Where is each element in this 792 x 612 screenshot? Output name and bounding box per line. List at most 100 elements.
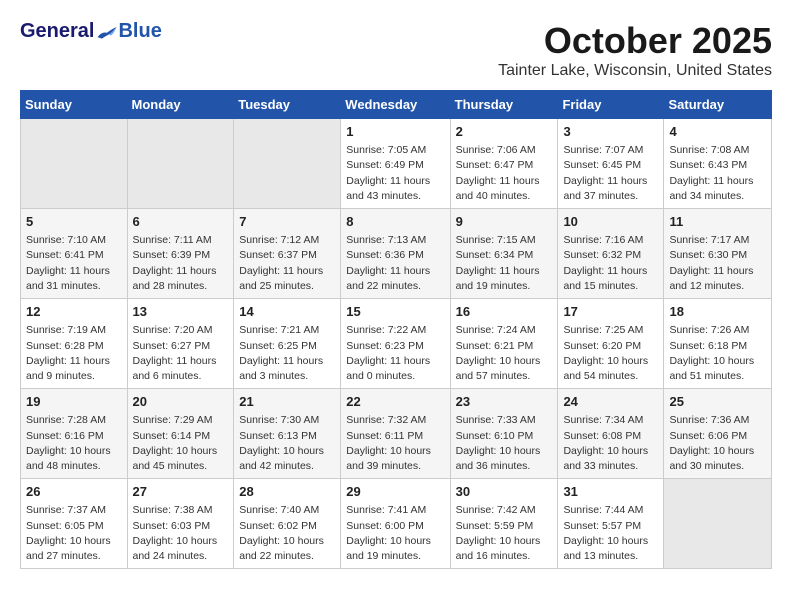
week-row-2: 5 Sunrise: 7:10 AM Sunset: 6:41 PM Daylig… (21, 209, 772, 299)
calendar-table: SundayMondayTuesdayWednesdayThursdayFrid… (20, 90, 772, 569)
day-cell: 5 Sunrise: 7:10 AM Sunset: 6:41 PM Daylig… (21, 209, 128, 299)
day-cell: 30Sunrise: 7:42 AM Sunset: 5:59 PM Dayli… (450, 479, 558, 569)
day-info: Sunrise: 7:07 AM Sunset: 6:45 PM Dayligh… (563, 143, 658, 204)
day-cell: 17 Sunrise: 7:25 AM Sunset: 6:20 PM Dayli… (558, 299, 664, 389)
day-number: 9 (456, 213, 553, 231)
day-cell: 8Sunrise: 7:13 AM Sunset: 6:36 PM Daylig… (341, 209, 450, 299)
week-row-3: 12Sunrise: 7:19 AM Sunset: 6:28 PM Dayli… (21, 299, 772, 389)
day-info: Sunrise: 7:32 AM Sunset: 6:11 PM Dayligh… (346, 413, 444, 474)
day-info: Sunrise: 7:40 AM Sunset: 6:02 PM Dayligh… (239, 503, 335, 564)
day-cell: 23 Sunrise: 7:33 AM Sunset: 6:10 PM Dayli… (450, 389, 558, 479)
day-number: 2 (456, 123, 553, 141)
day-number: 5 (26, 213, 122, 231)
day-number: 1 (346, 123, 444, 141)
day-number: 19 (26, 393, 122, 411)
day-cell: 25 Sunrise: 7:36 AM Sunset: 6:06 PM Dayli… (664, 389, 772, 479)
day-info: Sunrise: 7:37 AM Sunset: 6:05 PM Dayligh… (26, 503, 122, 564)
day-cell: 12Sunrise: 7:19 AM Sunset: 6:28 PM Dayli… (21, 299, 128, 389)
day-number: 10 (563, 213, 658, 231)
col-header-wednesday: Wednesday (341, 91, 450, 119)
day-info: Sunrise: 7:33 AM Sunset: 6:10 PM Dayligh… (456, 413, 553, 474)
day-number: 4 (669, 123, 766, 141)
col-header-thursday: Thursday (450, 91, 558, 119)
day-number: 6 (133, 213, 229, 231)
day-info: Sunrise: 7:20 AM Sunset: 6:27 PM Dayligh… (133, 323, 229, 384)
day-number: 27 (133, 483, 229, 501)
day-number: 16 (456, 303, 553, 321)
day-info: Sunrise: 7:13 AM Sunset: 6:36 PM Dayligh… (346, 233, 444, 294)
day-cell: 3 Sunrise: 7:07 AM Sunset: 6:45 PM Daylig… (558, 119, 664, 209)
day-cell (664, 479, 772, 569)
day-cell: 29 Sunrise: 7:41 AM Sunset: 6:00 PM Dayli… (341, 479, 450, 569)
day-cell: 10 Sunrise: 7:16 AM Sunset: 6:32 PM Dayli… (558, 209, 664, 299)
day-cell: 24 Sunrise: 7:34 AM Sunset: 6:08 PM Dayli… (558, 389, 664, 479)
day-number: 15 (346, 303, 444, 321)
day-cell: 11 Sunrise: 7:17 AM Sunset: 6:30 PM Dayli… (664, 209, 772, 299)
day-info: Sunrise: 7:17 AM Sunset: 6:30 PM Dayligh… (669, 233, 766, 294)
week-row-4: 19 Sunrise: 7:28 AM Sunset: 6:16 PM Dayli… (21, 389, 772, 479)
week-row-5: 26 Sunrise: 7:37 AM Sunset: 6:05 PM Dayli… (21, 479, 772, 569)
col-header-friday: Friday (558, 91, 664, 119)
day-number: 31 (563, 483, 658, 501)
day-number: 23 (456, 393, 553, 411)
day-info: Sunrise: 7:10 AM Sunset: 6:41 PM Dayligh… (26, 233, 122, 294)
day-info: Sunrise: 7:36 AM Sunset: 6:06 PM Dayligh… (669, 413, 766, 474)
col-header-sunday: Sunday (21, 91, 128, 119)
day-number: 20 (133, 393, 229, 411)
location: Tainter Lake, Wisconsin, United States (498, 62, 772, 80)
day-cell: 26 Sunrise: 7:37 AM Sunset: 6:05 PM Dayli… (21, 479, 128, 569)
header-row: SundayMondayTuesdayWednesdayThursdayFrid… (21, 91, 772, 119)
day-cell: 31 Sunrise: 7:44 AM Sunset: 5:57 PM Dayli… (558, 479, 664, 569)
day-cell: 9 Sunrise: 7:15 AM Sunset: 6:34 PM Daylig… (450, 209, 558, 299)
month-title: October 2025 (498, 20, 772, 62)
day-cell (21, 119, 128, 209)
day-info: Sunrise: 7:34 AM Sunset: 6:08 PM Dayligh… (563, 413, 658, 474)
day-info: Sunrise: 7:12 AM Sunset: 6:37 PM Dayligh… (239, 233, 335, 294)
day-info: Sunrise: 7:16 AM Sunset: 6:32 PM Dayligh… (563, 233, 658, 294)
day-info: Sunrise: 7:38 AM Sunset: 6:03 PM Dayligh… (133, 503, 229, 564)
day-number: 28 (239, 483, 335, 501)
day-number: 3 (563, 123, 658, 141)
day-cell: 28 Sunrise: 7:40 AM Sunset: 6:02 PM Dayli… (234, 479, 341, 569)
day-info: Sunrise: 7:29 AM Sunset: 6:14 PM Dayligh… (133, 413, 229, 474)
day-number: 17 (563, 303, 658, 321)
day-number: 24 (563, 393, 658, 411)
col-header-monday: Monday (127, 91, 234, 119)
day-info: Sunrise: 7:22 AM Sunset: 6:23 PM Dayligh… (346, 323, 444, 384)
title-block: October 2025 Tainter Lake, Wisconsin, Un… (498, 20, 772, 80)
week-row-1: 1 Sunrise: 7:05 AM Sunset: 6:49 PM Daylig… (21, 119, 772, 209)
day-number: 29 (346, 483, 444, 501)
day-number: 14 (239, 303, 335, 321)
page-header: General Blue October 2025 Tainter Lake, … (20, 20, 772, 80)
day-cell: 18Sunrise: 7:26 AM Sunset: 6:18 PM Dayli… (664, 299, 772, 389)
logo-general-text: General (20, 20, 94, 43)
day-info: Sunrise: 7:11 AM Sunset: 6:39 PM Dayligh… (133, 233, 229, 294)
day-cell: 22Sunrise: 7:32 AM Sunset: 6:11 PM Dayli… (341, 389, 450, 479)
day-number: 26 (26, 483, 122, 501)
logo-bird-icon (96, 23, 118, 41)
day-cell: 27 Sunrise: 7:38 AM Sunset: 6:03 PM Dayli… (127, 479, 234, 569)
day-info: Sunrise: 7:25 AM Sunset: 6:20 PM Dayligh… (563, 323, 658, 384)
day-info: Sunrise: 7:28 AM Sunset: 6:16 PM Dayligh… (26, 413, 122, 474)
day-number: 25 (669, 393, 766, 411)
day-cell: 4 Sunrise: 7:08 AM Sunset: 6:43 PM Daylig… (664, 119, 772, 209)
day-info: Sunrise: 7:05 AM Sunset: 6:49 PM Dayligh… (346, 143, 444, 204)
day-cell: 16Sunrise: 7:24 AM Sunset: 6:21 PM Dayli… (450, 299, 558, 389)
day-cell: 1 Sunrise: 7:05 AM Sunset: 6:49 PM Daylig… (341, 119, 450, 209)
day-info: Sunrise: 7:15 AM Sunset: 6:34 PM Dayligh… (456, 233, 553, 294)
col-header-tuesday: Tuesday (234, 91, 341, 119)
day-info: Sunrise: 7:30 AM Sunset: 6:13 PM Dayligh… (239, 413, 335, 474)
day-info: Sunrise: 7:44 AM Sunset: 5:57 PM Dayligh… (563, 503, 658, 564)
day-cell (234, 119, 341, 209)
day-cell: 14 Sunrise: 7:21 AM Sunset: 6:25 PM Dayli… (234, 299, 341, 389)
day-cell: 15 Sunrise: 7:22 AM Sunset: 6:23 PM Dayli… (341, 299, 450, 389)
day-cell: 6 Sunrise: 7:11 AM Sunset: 6:39 PM Daylig… (127, 209, 234, 299)
day-info: Sunrise: 7:08 AM Sunset: 6:43 PM Dayligh… (669, 143, 766, 204)
day-cell: 13Sunrise: 7:20 AM Sunset: 6:27 PM Dayli… (127, 299, 234, 389)
day-info: Sunrise: 7:41 AM Sunset: 6:00 PM Dayligh… (346, 503, 444, 564)
day-info: Sunrise: 7:21 AM Sunset: 6:25 PM Dayligh… (239, 323, 335, 384)
logo: General Blue (20, 20, 162, 43)
day-number: 12 (26, 303, 122, 321)
day-number: 11 (669, 213, 766, 231)
day-cell: 21Sunrise: 7:30 AM Sunset: 6:13 PM Dayli… (234, 389, 341, 479)
